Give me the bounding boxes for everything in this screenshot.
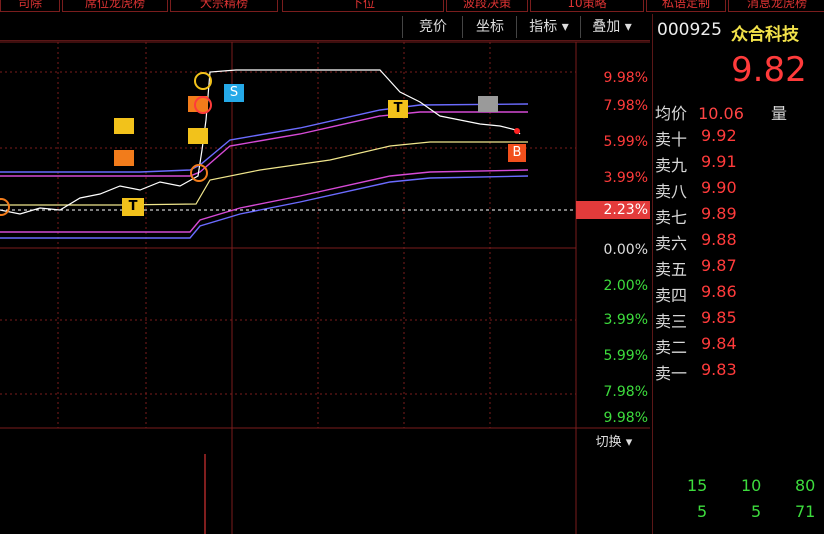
axis-label: 5.99% [603, 348, 648, 364]
marker-gray-bar[interactable] [478, 96, 498, 112]
ask-price: 9.87 [701, 256, 737, 275]
ask-row[interactable]: 卖三 9.85 [653, 308, 824, 334]
marker-orange-bar[interactable] [114, 150, 134, 166]
ask-row[interactable]: 卖六 9.88 [653, 230, 824, 256]
marker-circle[interactable] [194, 72, 212, 90]
marker-circle-red[interactable] [194, 96, 212, 114]
tick-number: 5 [697, 502, 708, 521]
tab-7[interactable]: 私语定制 [646, 0, 726, 12]
axis-label: 9.98% [603, 410, 648, 426]
tab-8[interactable]: 消息龙虎榜 [728, 0, 824, 12]
volume-label: 量 [771, 104, 788, 123]
intraday-chart[interactable] [0, 14, 650, 534]
tab-5[interactable]: 波段决策 [446, 0, 528, 12]
axis-label: 7.98% [603, 98, 648, 114]
marker-t[interactable]: T [388, 100, 408, 118]
switch-button[interactable]: 切换 ▾ [580, 432, 648, 454]
ask-row[interactable]: 卖八 9.90 [653, 178, 824, 204]
ask-price: 9.88 [701, 230, 737, 249]
axis-label: 2.23% [603, 202, 648, 218]
chart-area: 竞价 坐标 指标 ▾ 叠加 ▾ 9.98% 7.98% 5.99% 3.99% … [0, 14, 650, 534]
ask-label: 卖二 [655, 338, 688, 357]
marker-yellow-bar[interactable] [114, 118, 134, 134]
ask-row[interactable]: 卖二 9.84 [653, 334, 824, 360]
avg-price: 均价 10.06 [655, 100, 744, 124]
ask-label: 卖一 [655, 364, 688, 383]
tab-1[interactable]: 司除 [0, 0, 60, 12]
axis-label: 2.00% [603, 278, 648, 294]
marker-circle[interactable] [190, 164, 208, 182]
ask-price: 9.91 [701, 152, 737, 171]
ask-row[interactable]: 卖七 9.89 [653, 204, 824, 230]
avg-price-label: 均价 [655, 104, 688, 123]
tick-number: 5 [751, 502, 762, 521]
tick-number: 15 [687, 476, 708, 495]
tick-number: 10 [741, 476, 762, 495]
axis-label: 5.99% [603, 134, 648, 150]
axis-label: 3.99% [603, 312, 648, 328]
ask-label: 卖九 [655, 156, 688, 175]
axis-label: 3.99% [603, 170, 648, 186]
ask-price: 9.83 [701, 360, 737, 379]
ask-price: 9.89 [701, 204, 737, 223]
axis-label: 0.00% [603, 242, 648, 258]
stock-name: 众合科技 [731, 25, 799, 45]
marker-buy-b[interactable]: B [508, 144, 526, 162]
ask-label: 卖七 [655, 208, 688, 227]
ask-price: 9.85 [701, 308, 737, 327]
ask-row[interactable]: 卖五 9.87 [653, 256, 824, 282]
marker-t[interactable]: T [122, 198, 144, 216]
quote-panel: 000925 众合科技 9.82 均价 10.06 量 卖十 9.92 卖九 9.9… [652, 14, 824, 534]
stock-price: 9.82 [731, 50, 807, 90]
ask-label: 卖八 [655, 182, 688, 201]
tick-number: 71 [795, 502, 816, 521]
ask-label: 卖三 [655, 312, 688, 331]
ask-label: 卖五 [655, 260, 688, 279]
tab-6[interactable]: 10策略 [530, 0, 644, 12]
ask-price: 9.92 [701, 126, 737, 145]
axis-label: 9.98% [603, 70, 648, 86]
ask-price: 9.86 [701, 282, 737, 301]
ask-price: 9.90 [701, 178, 737, 197]
axis-label: 7.98% [603, 384, 648, 400]
top-tab-strip: 司除 席位龙虎榜 大宗精榜 下位 波段决策 10策略 私语定制 消息龙虎榜 [0, 0, 824, 12]
ask-row[interactable]: 卖九 9.91 [653, 152, 824, 178]
marker-yellow-bar[interactable] [188, 128, 208, 144]
marker-red-dot [514, 128, 520, 134]
ask-label: 卖十 [655, 130, 688, 149]
ask-price: 9.84 [701, 334, 737, 353]
stock-code: 000925 [657, 20, 722, 40]
avg-price-value: 10.06 [698, 104, 744, 123]
ask-label: 卖四 [655, 286, 688, 305]
ask-row[interactable]: 卖四 9.86 [653, 282, 824, 308]
tick-number: 80 [795, 476, 816, 495]
ask-label: 卖六 [655, 234, 688, 253]
tab-2[interactable]: 席位龙虎榜 [62, 0, 168, 12]
ask-row[interactable]: 卖一 9.83 [653, 360, 824, 386]
tab-3[interactable]: 大宗精榜 [170, 0, 278, 12]
ask-row[interactable]: 卖十 9.92 [653, 126, 824, 152]
tab-4[interactable]: 下位 [282, 0, 444, 12]
marker-sell-s[interactable]: S [224, 84, 244, 102]
